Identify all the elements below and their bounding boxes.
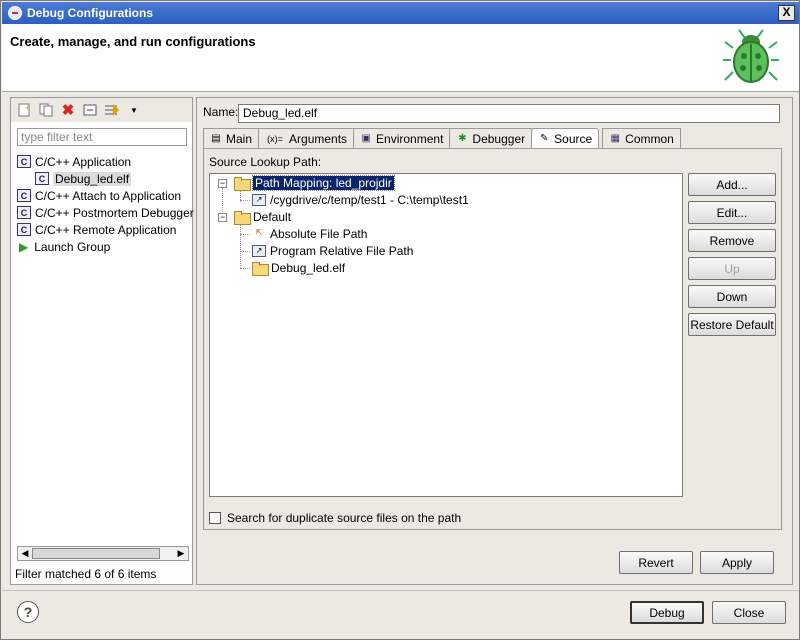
- launch-group-icon: ▶: [19, 239, 29, 254]
- tab-environment[interactable]: ▣ Environment: [353, 128, 451, 148]
- bug-icon: [723, 29, 779, 83]
- revert-button[interactable]: Revert: [619, 551, 693, 574]
- lookup-item-debug-led-elf[interactable]: Debug_led.elf: [252, 260, 345, 276]
- add-button[interactable]: Add...: [688, 173, 776, 196]
- left-toolbar: + ✖ ▼: [11, 98, 192, 122]
- debug-button[interactable]: Debug: [630, 601, 704, 624]
- scroll-right-icon[interactable]: ▶: [174, 547, 188, 560]
- tab-common[interactable]: ▦ Common: [602, 128, 681, 148]
- search-duplicates-option[interactable]: Search for duplicate source files on the…: [209, 511, 461, 525]
- down-button[interactable]: Down: [688, 285, 776, 308]
- name-field[interactable]: Debug_led.elf: [238, 104, 780, 123]
- debug-configurations-window: Debug Configurations X Create, manage, a…: [0, 0, 800, 640]
- folder-open-icon: [234, 211, 251, 225]
- path-mapping-icon: ↗: [252, 194, 266, 206]
- config-editor-panel: Name: Debug_led.elf ▤ Main (x)= Argument…: [196, 97, 793, 585]
- tree-item-debug-led-elf[interactable]: C Debug_led.elf: [17, 170, 191, 187]
- chevron-down-icon[interactable]: ▼: [125, 101, 143, 119]
- footer-separator: [2, 590, 799, 591]
- source-lookup-tree[interactable]: − Path Mapping: led_projdir ↗ /cygdrive/…: [209, 173, 683, 497]
- up-button[interactable]: Up: [688, 257, 776, 280]
- edit-button[interactable]: Edit...: [688, 201, 776, 224]
- window-title: Debug Configurations: [27, 6, 153, 20]
- close-window-button[interactable]: X: [778, 5, 795, 21]
- scroll-left-icon[interactable]: ◀: [18, 547, 32, 560]
- arguments-icon: (x)=: [267, 133, 283, 144]
- help-icon[interactable]: ?: [17, 601, 39, 623]
- new-config-icon[interactable]: +: [15, 101, 33, 119]
- name-label: Name:: [203, 105, 239, 119]
- tree-item-cpp-application[interactable]: C C/C++ Application: [17, 153, 191, 170]
- collapse-default-icon[interactable]: −: [218, 213, 227, 222]
- config-tree: C C/C++ Application C Debug_led.elf C C/…: [17, 153, 194, 255]
- tree-item-cpp-postmortem[interactable]: C C/C++ Postmortem Debugger: [17, 204, 194, 221]
- search-duplicates-checkbox[interactable]: [209, 512, 221, 524]
- cpp-postmortem-icon: C: [17, 206, 31, 219]
- delete-config-icon[interactable]: ✖: [59, 101, 77, 119]
- collapse-path-mapping-icon[interactable]: −: [218, 179, 227, 188]
- app-icon: [8, 6, 22, 20]
- collapse-all-icon[interactable]: [81, 101, 99, 119]
- title-bar: Debug Configurations X: [2, 2, 799, 24]
- close-button[interactable]: Close: [712, 601, 786, 624]
- restore-default-button[interactable]: Restore Default: [688, 313, 776, 336]
- remove-button[interactable]: Remove: [688, 229, 776, 252]
- tab-debugger[interactable]: ✱ Debugger: [449, 128, 533, 148]
- common-icon: ▦: [610, 132, 620, 144]
- lookup-item-cygdrive-mapping[interactable]: ↗ /cygdrive/c/temp/test1 - C:\temp\test1: [252, 192, 469, 208]
- launch-config-panel: + ✖ ▼ type filter text C C/C++ Applicati…: [10, 97, 194, 585]
- lookup-item-default[interactable]: Default: [234, 209, 291, 225]
- cpp-attach-icon: C: [17, 189, 31, 202]
- source-icon: ✎: [539, 133, 549, 144]
- lookup-item-program-relative[interactable]: ↗ Program Relative File Path: [252, 243, 413, 259]
- filter-configs-icon[interactable]: [103, 101, 121, 119]
- folder-icon: [252, 262, 269, 276]
- cpp-config-icon: C: [35, 172, 49, 185]
- source-lookup-label: Source Lookup Path:: [209, 155, 322, 169]
- svg-text:+: +: [25, 103, 30, 112]
- filter-status: Filter matched 6 of 6 items: [15, 567, 157, 581]
- left-horizontal-scrollbar[interactable]: ◀ ▶: [17, 546, 189, 561]
- cpp-remote-icon: C: [17, 223, 31, 236]
- header-title: Create, manage, and run configurations: [10, 34, 256, 49]
- environment-icon: ▣: [361, 132, 371, 144]
- tree-item-launch-group[interactable]: ▶ Launch Group: [17, 238, 191, 255]
- tree-item-cpp-remote[interactable]: C C/C++ Remote Application: [17, 221, 191, 238]
- tab-main[interactable]: ▤ Main: [203, 128, 260, 148]
- dialog-header: Create, manage, and run configurations: [2, 24, 799, 92]
- cpp-application-icon: C: [17, 155, 31, 168]
- tree-item-cpp-attach[interactable]: C C/C++ Attach to Application: [17, 187, 191, 204]
- debugger-icon: ✱: [458, 132, 467, 144]
- scrollbar-thumb[interactable]: [32, 548, 160, 559]
- source-tab-content: Source Lookup Path: − Path Mapping: led_…: [203, 148, 782, 530]
- filter-input[interactable]: type filter text: [17, 128, 187, 146]
- tab-arguments[interactable]: (x)= Arguments: [258, 128, 355, 148]
- lookup-item-absolute-path[interactable]: ⇱ Absolute File Path: [252, 226, 368, 242]
- folder-open-icon: [234, 177, 251, 191]
- duplicate-config-icon[interactable]: [37, 101, 55, 119]
- absolute-path-icon: ⇱: [255, 228, 263, 237]
- main-icon: ▤: [211, 132, 221, 144]
- lookup-item-path-mapping[interactable]: Path Mapping: led_projdir: [234, 175, 395, 191]
- tab-source[interactable]: ✎ Source: [531, 128, 600, 149]
- apply-button[interactable]: Apply: [700, 551, 774, 574]
- program-relative-icon: ↗: [252, 245, 266, 257]
- config-tabs: ▤ Main (x)= Arguments ▣ Environment ✱ De…: [203, 128, 681, 149]
